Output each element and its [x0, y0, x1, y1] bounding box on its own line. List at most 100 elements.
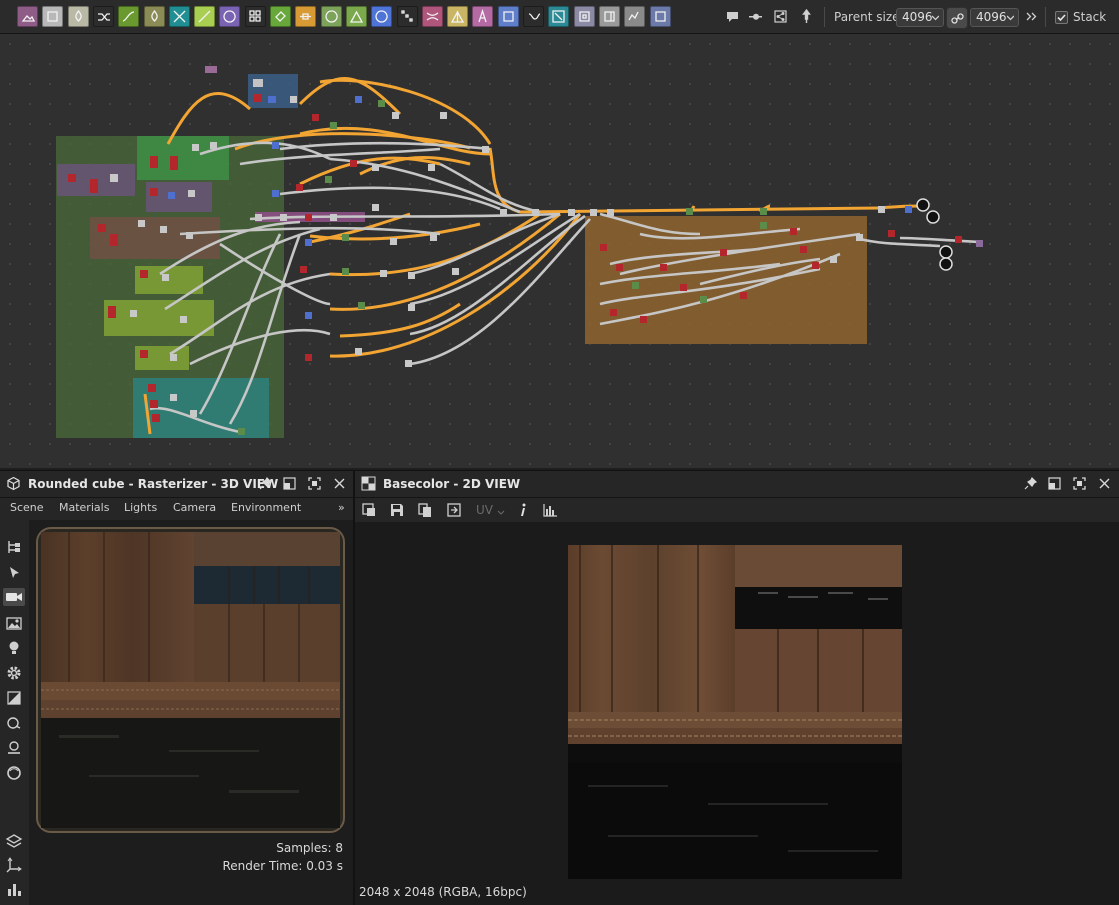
parent-size-value: 4096 — [902, 10, 933, 24]
menu-environment[interactable]: Environment — [231, 501, 301, 514]
3d-view-menu-bar: Scene Materials Lights Camera Environmen… — [0, 498, 353, 520]
settings-icon[interactable] — [5, 664, 23, 682]
fx-map-icon[interactable] — [548, 6, 570, 27]
node-graph[interactable] — [0, 34, 1119, 468]
histogram-icon[interactable] — [542, 502, 558, 518]
share-icon[interactable] — [770, 6, 791, 27]
cube-icon — [6, 476, 21, 491]
linked-size-value: 4096 — [976, 10, 1007, 24]
graph-icon[interactable] — [624, 6, 646, 27]
triangle-mirror-icon[interactable] — [447, 6, 469, 27]
shape-icon[interactable] — [5, 714, 23, 732]
paint-bucket-icon[interactable] — [270, 6, 291, 27]
float-window-icon[interactable] — [1047, 476, 1062, 491]
double-chevron-icon[interactable] — [1021, 6, 1042, 27]
toolbar-separator — [824, 7, 825, 27]
3d-viewport[interactable]: Samples: 8 Render Time: 0.03 s — [29, 520, 353, 905]
pin-icon[interactable] — [1023, 476, 1038, 491]
shape-icon[interactable] — [219, 6, 241, 27]
close-icon[interactable] — [332, 476, 347, 491]
image-info-text: 2048 x 2048 (RGBA, 16bpc) — [359, 885, 527, 899]
checkmark-icon — [1057, 14, 1066, 22]
layers-icon[interactable] — [5, 832, 23, 850]
comment-icon[interactable] — [722, 6, 743, 27]
curve-icon[interactable] — [118, 6, 140, 27]
uniform-color-icon[interactable] — [42, 6, 64, 27]
2d-view-panel: Basecolor - 2D VIEW UV 2048 x 2048 (RGBA… — [355, 470, 1119, 905]
graph-frame-brown — [90, 217, 220, 259]
view-options-icon[interactable] — [361, 502, 377, 518]
gradient-map-icon[interactable] — [194, 6, 216, 27]
main-toolbar: Parent size: 4096 4096 Stack — [0, 0, 1119, 34]
crop-icon[interactable] — [497, 6, 519, 27]
menu-more[interactable]: » — [338, 501, 345, 514]
chevron-down-icon — [497, 506, 505, 515]
shuffle-icon[interactable] — [92, 6, 114, 27]
checker-icon — [361, 476, 376, 491]
frame-icon[interactable] — [649, 6, 671, 27]
2d-view-toolbar: UV — [355, 498, 1119, 522]
3d-view-tool-column — [0, 520, 29, 905]
info-icon[interactable] — [515, 502, 531, 518]
menu-lights[interactable]: Lights — [124, 501, 157, 514]
sphere-icon[interactable] — [5, 764, 23, 782]
noise-icon[interactable] — [396, 6, 418, 27]
pointer-icon[interactable] — [5, 564, 23, 582]
stats-icon[interactable] — [5, 880, 23, 898]
2d-view-title: Basecolor - 2D VIEW — [383, 477, 521, 491]
close-icon[interactable] — [1097, 476, 1112, 491]
pin-icon[interactable] — [796, 6, 817, 27]
chevron-down-icon — [1007, 15, 1014, 21]
copy-icon[interactable] — [417, 502, 433, 518]
render-time-text: Render Time: 0.03 s — [222, 859, 343, 873]
hierarchy-icon[interactable] — [5, 538, 23, 556]
ground-icon[interactable] — [5, 739, 23, 757]
output-icon[interactable] — [598, 6, 620, 27]
2d-viewport[interactable]: 2048 x 2048 (RGBA, 16bpc) — [355, 522, 1119, 905]
environment-icon[interactable] — [5, 614, 23, 632]
value-switch-icon[interactable] — [523, 6, 544, 27]
tile-grid-icon[interactable] — [244, 6, 266, 27]
uv-toggle[interactable]: UV — [476, 503, 493, 517]
transform-icon[interactable] — [421, 6, 443, 27]
save-icon[interactable] — [389, 502, 405, 518]
text-icon[interactable] — [472, 6, 494, 27]
link-icon[interactable] — [946, 7, 968, 29]
stack-label: Stack — [1073, 10, 1107, 24]
3d-view-title: Rounded cube - Rasterizer - 3D VIEW — [28, 477, 279, 491]
sphere-icon[interactable] — [320, 6, 342, 27]
float-window-icon[interactable] — [282, 476, 297, 491]
light-icon[interactable] — [5, 639, 23, 657]
graph-frame-purple-2 — [146, 182, 212, 212]
2d-view-header: Basecolor - 2D VIEW — [355, 470, 1119, 498]
warp-icon[interactable] — [168, 6, 190, 27]
parent-size-select[interactable]: 4096 — [896, 8, 944, 27]
node-graph-canvas — [56, 66, 983, 438]
menu-scene[interactable]: Scene — [10, 501, 44, 514]
3d-view-panel: Rounded cube - Rasterizer - 3D VIEW Scen… — [0, 470, 353, 905]
camera-icon[interactable] — [3, 588, 25, 606]
image-icon[interactable] — [17, 6, 38, 27]
material-icon[interactable] — [5, 689, 23, 707]
3d-view-header: Rounded cube - Rasterizer - 3D VIEW — [0, 470, 353, 498]
levels-icon[interactable] — [67, 6, 89, 27]
histogram-icon[interactable] — [345, 6, 367, 27]
samples-text: Samples: 8 — [276, 841, 343, 855]
axis-icon[interactable] — [5, 856, 23, 874]
input-icon[interactable] — [573, 6, 595, 27]
water-drop-icon[interactable] — [143, 6, 165, 27]
toolbar-separator — [1045, 7, 1046, 27]
slider-icon[interactable] — [745, 6, 766, 27]
stack-checkbox[interactable] — [1055, 11, 1068, 24]
menu-materials[interactable]: Materials — [59, 501, 109, 514]
color-wheel-icon[interactable] — [371, 6, 393, 27]
chevron-down-icon — [932, 15, 939, 21]
linked-size-select[interactable]: 4096 — [970, 8, 1019, 27]
maximize-icon[interactable] — [307, 476, 322, 491]
maximize-icon[interactable] — [1072, 476, 1087, 491]
export-icon[interactable] — [446, 502, 462, 518]
menu-camera[interactable]: Camera — [173, 501, 216, 514]
parent-size-label: Parent size: — [834, 10, 904, 24]
pin-icon[interactable] — [258, 476, 273, 491]
blend-icon[interactable] — [295, 6, 317, 27]
